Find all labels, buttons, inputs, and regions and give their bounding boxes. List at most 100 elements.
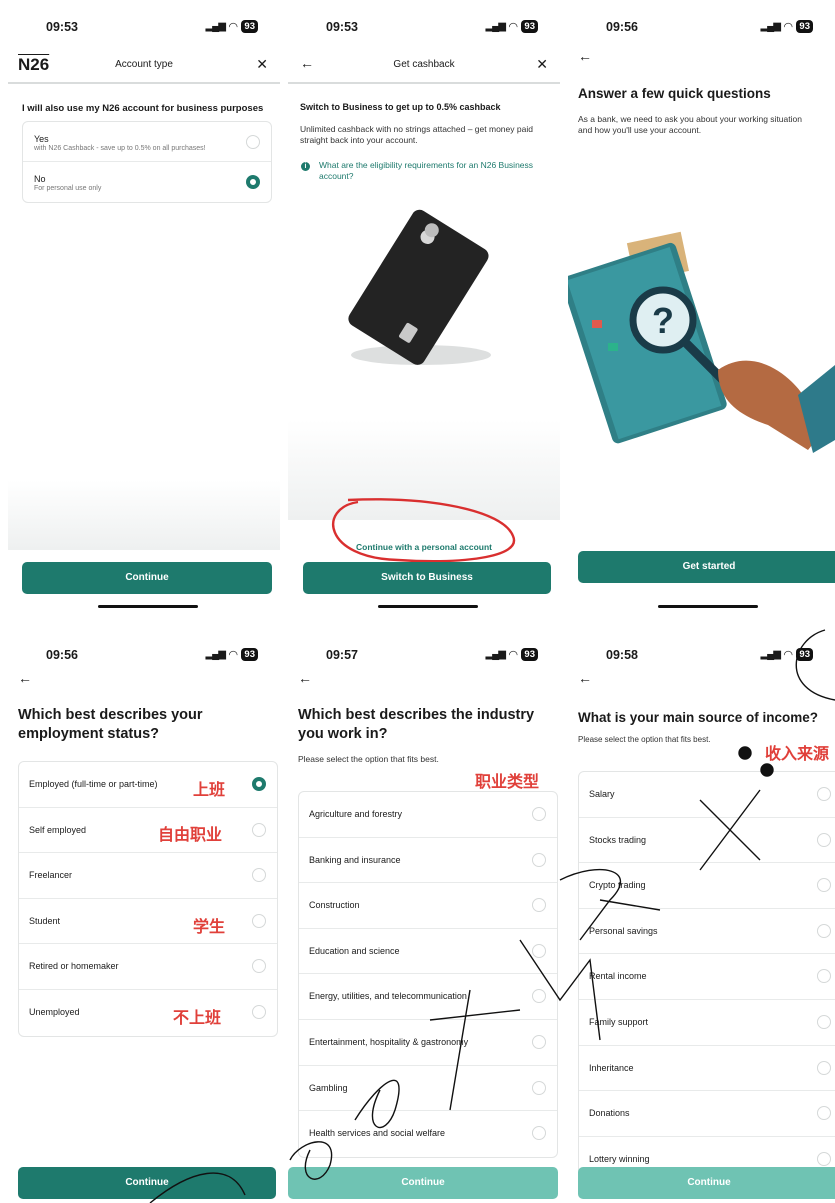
option-label: Banking and insurance (309, 854, 401, 865)
option-energy[interactable]: Energy, utilities, and telecommunication (299, 974, 557, 1020)
back-arrow-icon[interactable]: ← (298, 670, 312, 686)
option-self-employed[interactable]: Self employed (19, 808, 277, 854)
option-entertainment[interactable]: Entertainment, hospitality & gastronomy (299, 1020, 557, 1066)
option-stocks[interactable]: Stocks trading (579, 818, 835, 864)
status-bar: 09:56 ▂▄▆ ◠ 93 (8, 628, 280, 676)
option-freelancer[interactable]: Freelancer (19, 853, 277, 899)
option-label: Self employed (29, 824, 87, 835)
status-bar: 09:53 ▂▄▆ ◠ 93 (288, 0, 560, 48)
radio[interactable] (817, 923, 831, 938)
back-arrow-icon[interactable]: ← (578, 48, 592, 64)
radio[interactable] (252, 959, 266, 974)
option-yes[interactable]: Yes with N26 Cashback - save up to 0.5% … (23, 122, 271, 162)
option-health[interactable]: Health services and social welfare (299, 1111, 557, 1157)
option-no[interactable]: No For personal use only (23, 162, 271, 202)
option-savings[interactable]: Personal savings (579, 909, 835, 955)
radio[interactable] (817, 1106, 831, 1121)
radio[interactable] (817, 878, 831, 893)
continue-button[interactable]: Continue (288, 1167, 558, 1199)
eligibility-link[interactable]: What are the eligibility requirements fo… (319, 160, 544, 182)
switch-to-business-button[interactable]: Switch to Business (303, 562, 551, 594)
option-gambling[interactable]: Gambling (299, 1066, 557, 1112)
option-label: Health services and social welfare (309, 1128, 446, 1139)
radio[interactable] (532, 852, 546, 867)
radio[interactable] (817, 1151, 831, 1166)
option-label: Stocks trading (589, 834, 647, 845)
option-crypto[interactable]: Crypto trading (579, 863, 835, 909)
radio[interactable] (252, 822, 266, 837)
option-no-radio[interactable] (246, 175, 260, 189)
home-indicator (98, 605, 198, 608)
status-bar: 09:56 ▂▄▆ ◠ 93 (568, 0, 835, 48)
option-donations[interactable]: Donations (579, 1091, 835, 1137)
annotation-self-employed: 自由职业 (158, 827, 223, 844)
status-bar: 09:58 ▂▄▆ ◠ 93 (568, 628, 835, 676)
option-salary[interactable]: Salary (579, 772, 835, 818)
option-construction[interactable]: Construction (299, 883, 557, 929)
radio[interactable] (817, 969, 831, 984)
radio[interactable] (532, 989, 546, 1004)
radio-selected[interactable] (252, 777, 266, 791)
option-rental[interactable]: Rental income (579, 954, 835, 1000)
radio[interactable] (532, 943, 546, 958)
option-education[interactable]: Education and science (299, 929, 557, 975)
income-options: Salary Stocks trading Crypto trading Per… (578, 771, 835, 1184)
close-icon[interactable]: ✕ (536, 56, 548, 73)
radio[interactable] (817, 787, 831, 801)
signal-icon: ▂▄▆ (485, 649, 505, 660)
radio[interactable] (252, 913, 266, 928)
signal-icon: ▂▄▆ (760, 649, 780, 660)
status-icons: ▂▄▆ ◠ 93 (205, 20, 258, 33)
continue-personal-link[interactable]: Continue with a personal account (288, 542, 560, 553)
screen-industry: 09:57 ▂▄▆ ◠ 93 ← Which best describes th… (288, 628, 560, 1203)
radio[interactable] (532, 1126, 546, 1141)
status-icons: ▂▄▆ ◠ 93 (760, 648, 813, 661)
option-inheritance[interactable]: Inheritance (579, 1046, 835, 1092)
status-bar: 09:57 ▂▄▆ ◠ 93 (288, 628, 560, 676)
radio[interactable] (532, 1034, 546, 1049)
battery-icon: 93 (796, 20, 813, 33)
screen-quick-questions: 09:56 ▂▄▆ ◠ 93 ← Answer a few quick ques… (568, 0, 835, 620)
radio[interactable] (817, 1014, 831, 1029)
page-title: Which best describes the industry you wo… (298, 707, 535, 742)
radio[interactable] (252, 868, 266, 883)
back-arrow-icon[interactable]: ← (18, 670, 32, 686)
option-yes-radio[interactable] (246, 135, 260, 149)
option-unemployed[interactable]: Unemployed (19, 990, 277, 1036)
battery-icon: 93 (521, 648, 538, 661)
option-label: Entertainment, hospitality & gastronomy (309, 1036, 469, 1047)
option-agriculture[interactable]: Agriculture and forestry (299, 792, 557, 838)
radio[interactable] (532, 1080, 546, 1095)
close-icon[interactable]: ✕ (256, 56, 268, 73)
cashback-body: Unlimited cashback with no strings attac… (300, 124, 533, 145)
radio[interactable] (532, 807, 546, 821)
radio[interactable] (252, 1004, 266, 1019)
option-banking[interactable]: Banking and insurance (299, 838, 557, 884)
option-employed[interactable]: Employed (full-time or part-time) (19, 762, 277, 808)
back-arrow-icon[interactable]: ← (578, 670, 592, 686)
option-label: Student (29, 915, 61, 926)
screen-account-type: 09:53 ▂▄▆ ◠ 93 N26 Account type ✕ I will… (8, 0, 280, 620)
annotation-industry: 职业类型 (475, 774, 540, 791)
business-card-illustration (348, 209, 491, 365)
book-magnifier-illustration: ? (568, 231, 835, 453)
option-student[interactable]: Student (19, 899, 277, 945)
option-retired[interactable]: Retired or homemaker (19, 944, 277, 990)
radio[interactable] (817, 832, 831, 847)
continue-button[interactable]: Continue (18, 1167, 276, 1199)
status-time: 09:58 (606, 648, 638, 662)
option-family[interactable]: Family support (579, 1000, 835, 1046)
svg-text:?: ? (652, 300, 674, 341)
radio[interactable] (817, 1060, 831, 1075)
battery-icon: 93 (241, 648, 258, 661)
bottom-fade (8, 480, 280, 550)
wifi-icon: ◠ (228, 21, 238, 33)
get-started-button[interactable]: Get started (578, 551, 835, 583)
wifi-icon: ◠ (783, 21, 793, 33)
status-icons: ▂▄▆ ◠ 93 (205, 648, 258, 661)
signal-icon: ▂▄▆ (205, 21, 225, 32)
radio[interactable] (532, 898, 546, 913)
option-label: Construction (309, 900, 360, 911)
continue-button[interactable]: Continue (578, 1167, 835, 1199)
continue-button[interactable]: Continue (22, 562, 272, 594)
